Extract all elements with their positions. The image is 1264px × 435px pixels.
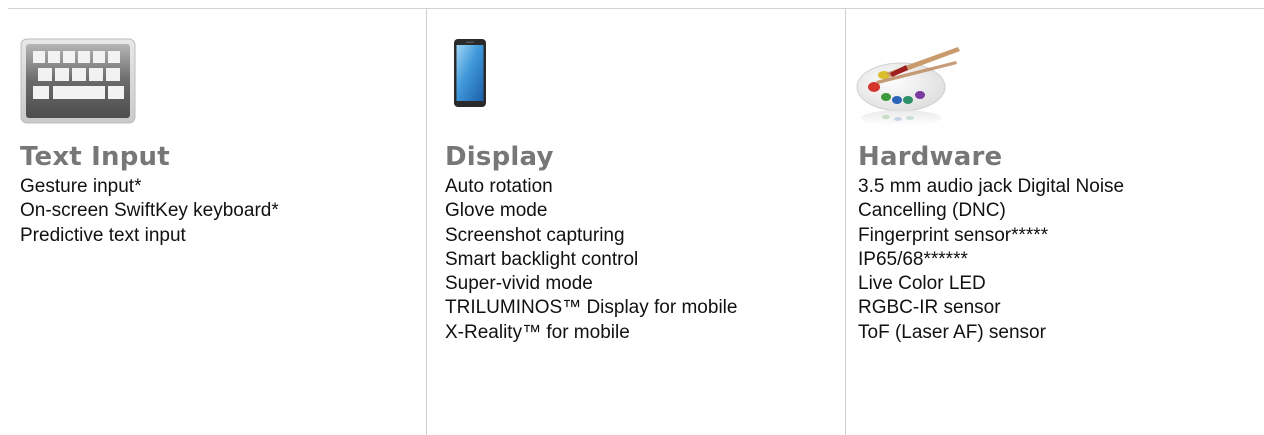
section-title: Hardware [858,142,1003,172]
list-item: Fingerprint sensor***** [858,224,1049,246]
list-item: Cancelling (DNC) [858,200,1006,222]
list-item: Screenshot capturing [445,224,625,246]
list-item: Live Color LED [858,273,986,295]
list-item: 3.5 mm audio jack Digital Noise [858,176,1125,197]
keyboard-icon [20,25,160,135]
list-item: On-screen SwiftKey keyboard* [20,200,279,222]
section-title: Display [445,142,554,172]
list-item: Super-vivid mode [445,273,593,295]
list-item: IP65/68****** [858,248,968,270]
list-item: Glove mode [445,200,548,222]
list-item: Smart backlight control [445,248,639,270]
list-item: Gesture input* [20,176,142,197]
feature-list: Gesture input* On-screen SwiftKey keyboa… [20,175,420,248]
list-item: RGBC-IR sensor [858,297,1001,319]
section-title: Text Input [20,142,170,172]
smartphone-icon [445,25,585,135]
list-item: Predictive text input [20,224,186,246]
list-item: ToF (Laser AF) sensor [858,321,1046,343]
feature-column-text-input: Text Input Gesture input* On-screen Swif… [0,9,426,435]
feature-list: Auto rotation Glove mode Screenshot capt… [445,175,845,345]
feature-list: 3.5 mm audio jack Digital Noise Cancelli… [858,175,1258,345]
feature-column-display: Display Auto rotation Glove mode Screens… [426,9,845,435]
list-item: Auto rotation [445,176,553,197]
list-item: X-Reality™ for mobile [445,321,630,343]
paint-palette-icon [846,25,986,135]
feature-column-hardware: Hardware 3.5 mm audio jack Digital Noise… [845,9,1264,435]
list-item: TRILUMINOS™ Display for mobile [445,297,738,319]
